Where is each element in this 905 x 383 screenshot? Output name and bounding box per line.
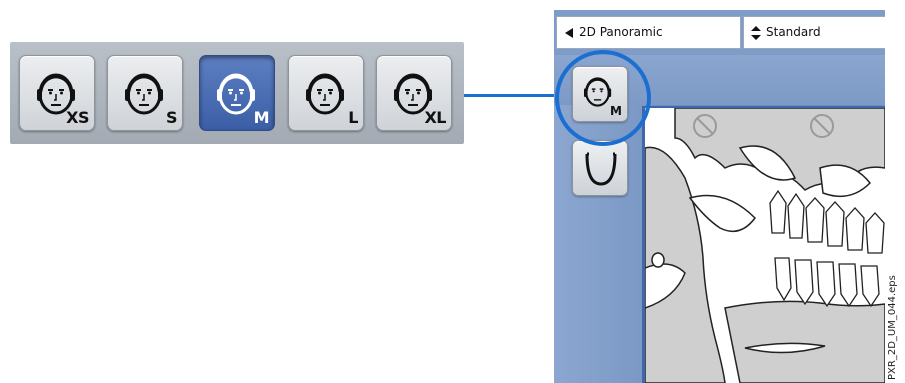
up-down-arrows-icon (751, 26, 761, 40)
program-dropdown-value: 2D Panoramic (579, 25, 663, 39)
callout-highlight-circle (555, 50, 651, 146)
mode-dropdown[interactable]: Standard (743, 16, 885, 49)
patient-size-panel: XS S M L XL (10, 42, 464, 144)
callout-connector-line (464, 94, 556, 97)
dental-arch-button[interactable] (572, 140, 628, 196)
file-reference-label: PXR_2D_UM_044.eps (887, 275, 898, 380)
panoramic-image-view[interactable] (642, 106, 885, 383)
dental-arch-icon (585, 152, 617, 186)
size-button-xs[interactable]: XS (19, 55, 95, 131)
head-icon (306, 73, 344, 115)
size-button-m[interactable]: M (199, 55, 275, 131)
size-button-s[interactable]: S (107, 55, 183, 131)
mode-dropdown-value: Standard (766, 25, 821, 39)
program-dropdown[interactable]: 2D Panoramic (556, 16, 741, 49)
size-button-l[interactable]: L (288, 55, 364, 131)
size-label: XS (66, 108, 89, 127)
size-button-xl[interactable]: XL (376, 55, 452, 131)
skull-xray-illustration (645, 108, 885, 383)
size-label: XL (424, 108, 446, 127)
size-label: S (165, 108, 178, 127)
size-label: L (348, 108, 358, 127)
size-label: M (253, 108, 270, 127)
caret-left-icon (565, 28, 573, 38)
